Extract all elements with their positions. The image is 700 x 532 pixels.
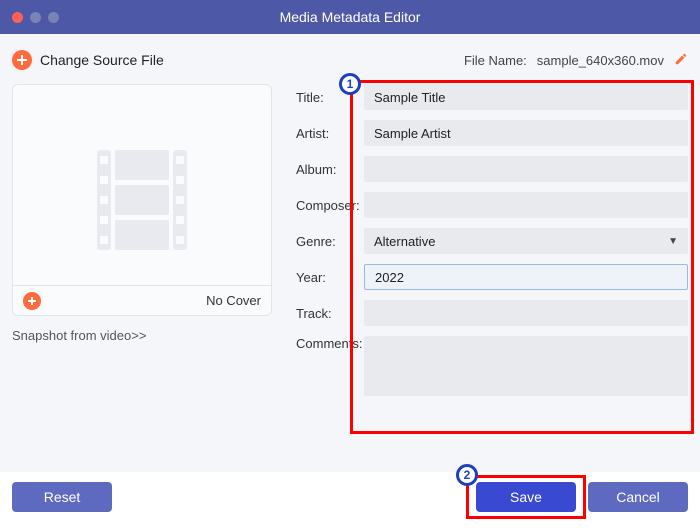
plus-icon [12,50,32,70]
cover-preview: No Cover [12,84,272,316]
cover-column: No Cover Snapshot from video>> [12,84,272,462]
file-name-label: File Name: [464,53,527,68]
snapshot-link[interactable]: Snapshot from video>> [12,328,272,343]
form-rows: Title: Artist: Album: Composer: [296,84,688,396]
composer-input[interactable] [364,192,688,218]
save-button[interactable]: Save [476,482,576,512]
genre-label: Genre: [296,234,364,249]
year-label: Year: [296,270,364,285]
album-input[interactable] [364,156,688,182]
edit-filename-icon[interactable] [674,52,688,69]
artist-label: Artist: [296,126,364,141]
annotation-badge-2: 2 [456,464,478,486]
album-label: Album: [296,162,364,177]
content-area: Change Source File File Name: sample_640… [0,34,700,472]
change-source-label: Change Source File [40,52,164,68]
top-row: Change Source File File Name: sample_640… [12,44,688,76]
comments-input[interactable] [364,336,688,396]
bottom-right: 2 Save Cancel [476,482,688,512]
genre-value: Alternative [374,234,435,249]
no-cover-label: No Cover [206,293,261,308]
file-name-value: sample_640x360.mov [537,53,664,68]
annotation-badge-1: 1 [339,73,361,95]
window-title: Media Metadata Editor [0,9,700,25]
main-area: No Cover Snapshot from video>> 1 Title: … [12,84,688,462]
film-icon [97,150,187,250]
artist-input[interactable] [364,120,688,146]
file-name: File Name: sample_640x360.mov [464,52,688,69]
title-input[interactable] [364,84,688,110]
track-label: Track: [296,306,364,321]
chevron-down-icon: ▼ [668,236,678,247]
comments-label: Comments: [296,336,364,351]
track-input[interactable] [364,300,688,326]
titlebar: Media Metadata Editor [0,0,700,34]
year-input[interactable] [364,264,688,290]
form-column: 1 Title: Artist: Album: [292,84,688,462]
bottom-bar: Reset 2 Save Cancel [0,472,700,532]
genre-select[interactable]: Alternative ▼ [364,228,688,254]
add-cover-icon[interactable] [23,292,41,310]
composer-label: Composer: [296,198,364,213]
cancel-button[interactable]: Cancel [588,482,688,512]
reset-button[interactable]: Reset [12,482,112,512]
change-source-button[interactable]: Change Source File [12,50,164,70]
cover-bar: No Cover [13,285,271,315]
editor-window: Media Metadata Editor Change Source File… [0,0,700,532]
